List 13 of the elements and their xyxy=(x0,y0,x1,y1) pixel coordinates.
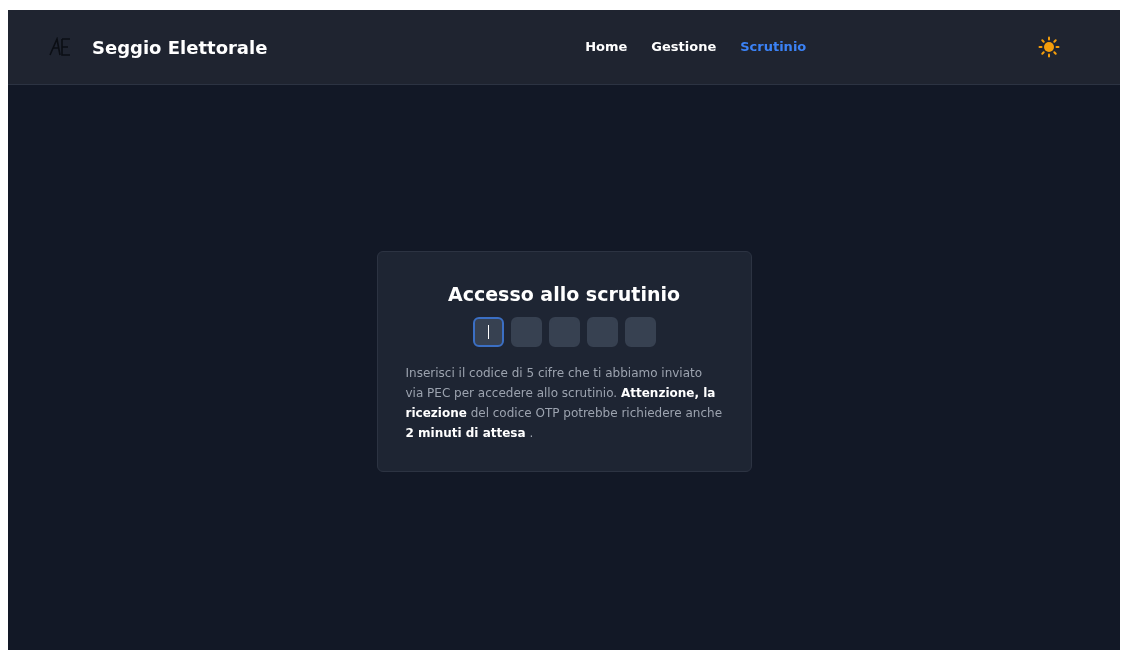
instructions-text: Inserisci il codice di 5 cifre che ti abbiamo inviato via PEC per accedere allo scrutinio. Attenzione, la ricezione del codice OTP potrebbe richiedere anche 2 minuti di attesa . xyxy=(405,364,723,442)
nav-link[interactable]: Home xyxy=(585,37,628,57)
code-digit-field[interactable] xyxy=(624,316,656,347)
code-digit-field[interactable] xyxy=(586,316,618,347)
app-title: Seggio Elettorale xyxy=(92,35,268,60)
nav-link[interactable]: Gestione xyxy=(651,37,717,57)
code-digit-field[interactable] xyxy=(510,316,542,347)
code-digit-field[interactable] xyxy=(548,316,580,347)
code-digit-field[interactable] xyxy=(472,316,504,347)
nav-link[interactable]: Scrutinio xyxy=(740,37,807,57)
logo-icon xyxy=(48,37,72,57)
card-title: Accesso allo scrutinio xyxy=(447,282,681,308)
sun-icon[interactable] xyxy=(1038,36,1060,58)
